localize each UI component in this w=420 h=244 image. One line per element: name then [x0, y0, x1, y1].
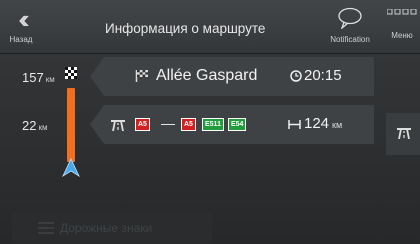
road-signs-button[interactable]: Дорожные знаки [12, 212, 212, 244]
checkered-flag-icon [65, 67, 77, 79]
route-info-panel: 157 км 22 км Allée Gaspard 20:15 A5 — A5… [0, 54, 420, 244]
distance-length-icon [288, 120, 301, 129]
menu-label: Меню [391, 31, 413, 40]
menu-button[interactable]: Меню [384, 0, 420, 53]
notification-label: Notification [330, 35, 370, 44]
checkered-flag-icon [135, 70, 148, 82]
header-bar: ‹‹ Назад Информация о маршруте Notificat… [0, 0, 420, 54]
back-label: Назад [9, 35, 33, 44]
route-progress-bar [67, 88, 75, 162]
back-button[interactable]: ‹‹ Назад [0, 0, 42, 53]
grid-menu-icon [387, 9, 417, 15]
road-signs-label: Дорожные знаки [60, 221, 153, 235]
road-segment-row[interactable]: A5 — A5 E511 E54 124 км [90, 105, 374, 144]
distance-to-destination: 157 км [22, 70, 55, 85]
notification-button[interactable]: Notification [320, 0, 380, 53]
distance-to-road: 22 км [22, 118, 48, 133]
road-shield-e511: E511 [202, 118, 224, 131]
page-title: Информация о маршруте [105, 21, 266, 36]
eta-time: 20:15 [304, 67, 342, 84]
list-icon [38, 222, 54, 234]
road-length: 124 км [304, 115, 343, 132]
destination-row[interactable]: Allée Gaspard 20:15 [90, 57, 374, 96]
chevron-double-left-icon: ‹‹ [18, 4, 29, 34]
highway-view-button[interactable] [386, 113, 420, 155]
road-shield-e54: E54 [228, 118, 247, 131]
current-position-arrow-icon [62, 158, 80, 178]
destination-name: Allée Gaspard [156, 67, 258, 84]
road-shield-a5: A5 [135, 118, 150, 131]
road-range-dash: — [161, 115, 175, 131]
highway-icon [397, 128, 411, 139]
road-shield-a5: A5 [181, 118, 196, 131]
clock-icon [290, 70, 302, 82]
speech-bubble-icon [338, 7, 362, 30]
highway-icon [111, 120, 125, 131]
